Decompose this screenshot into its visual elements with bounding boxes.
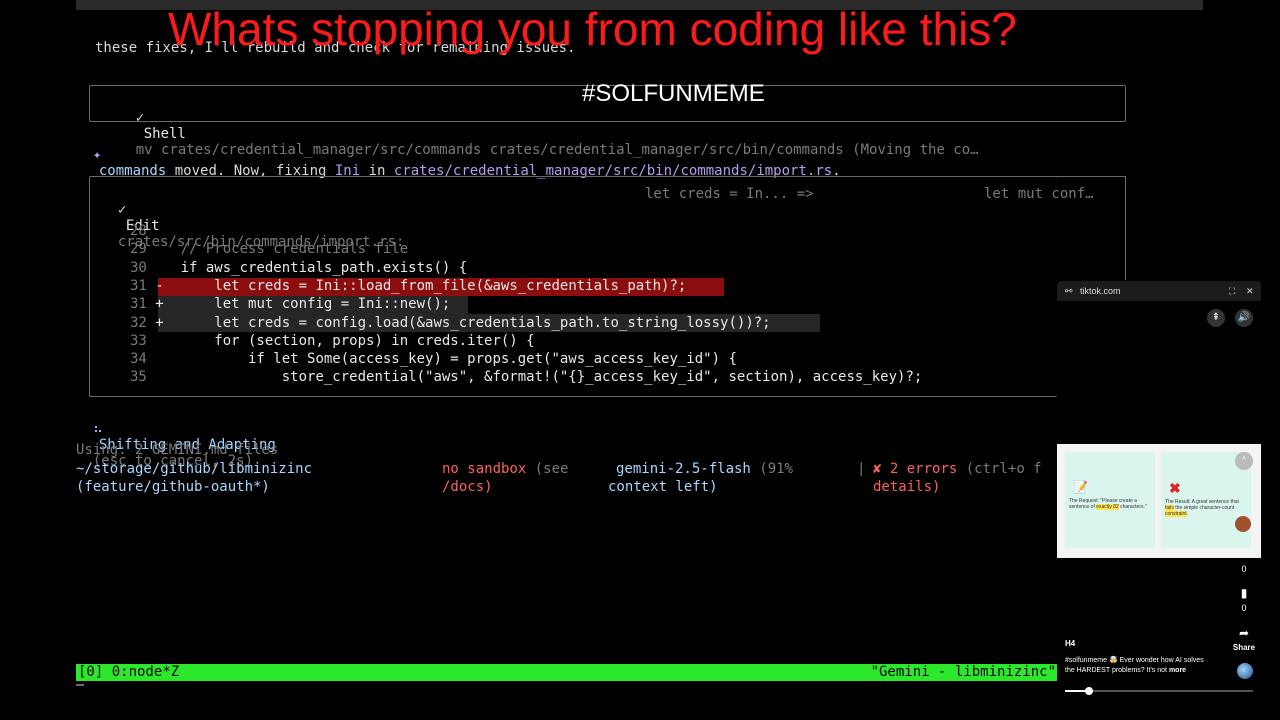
pin-icon[interactable]: ⇞ xyxy=(1207,309,1225,327)
more-link[interactable]: more xyxy=(1169,667,1186,674)
code-line-deleted: 31 - let creds = Ini::load_from_file(&aw… xyxy=(130,277,687,294)
sparkle-icon: ✦ xyxy=(92,147,102,163)
code-line: 35 store_credential("aws", &format!("{}_… xyxy=(130,369,923,386)
likes-count: 0 xyxy=(1241,564,1247,574)
tiktok-pip-window[interactable]: ⚯ tiktok.com ⛶ ✕ ⇞ 🔊 📝 The Request: "Ple… xyxy=(1057,281,1261,701)
code-line: 33 for (section, props) in creds.iter() … xyxy=(130,332,535,349)
video-caption: #solfunmeme 🤯 Ever wonder how AI solves … xyxy=(1065,657,1204,674)
volume-icon[interactable]: 🔊 xyxy=(1235,309,1253,327)
chevron-up-icon[interactable]: ⌃ xyxy=(1235,452,1253,470)
pip-site: tiktok.com xyxy=(1080,286,1121,296)
spinner-status: ⠦ Shifting and Adapting (esc to cancel, … xyxy=(92,421,276,469)
error-count: ✘ 2 errors (ctrl+o f xyxy=(873,461,1042,477)
model-name: gemini-2.5-flash (91% xyxy=(616,461,794,477)
expand-icon[interactable]: ⛶ xyxy=(1229,281,1235,301)
check-icon: ✓ xyxy=(135,110,145,126)
edit-new-snippet: let mut conf… xyxy=(984,186,1094,202)
tmux-title: "Gemini - libminizinc" xyxy=(870,664,1056,680)
code-line: 30 if aws_credentials_path.exists() { xyxy=(130,259,468,276)
tune-icon: ⚯ xyxy=(1065,286,1073,296)
error-icon: ✘ xyxy=(873,461,882,477)
avatar[interactable] xyxy=(1235,516,1251,532)
share-icon[interactable]: ➦ xyxy=(1235,626,1253,640)
saves-count: 0 xyxy=(1241,603,1247,613)
sandbox-docs: /docs) xyxy=(442,479,493,495)
bookmark-icon[interactable]: ▮ xyxy=(1235,586,1253,600)
author-name[interactable]: H4 xyxy=(1065,639,1075,648)
progress-track[interactable] xyxy=(1065,690,1253,692)
cursor xyxy=(76,684,84,686)
code-line: 29 // Process credentials file xyxy=(130,241,409,258)
video-frame[interactable]: 📝 The Request: "Please create a sentence… xyxy=(1057,444,1261,558)
overlay-headline: Whats stopping you from coding like this… xyxy=(168,3,1017,55)
spinner-icon: ⠦ xyxy=(92,421,104,437)
close-icon[interactable]: ✕ xyxy=(1246,281,1254,301)
share-label: Share xyxy=(1232,643,1256,652)
git-branch: (feature/github-oauth*) xyxy=(76,479,270,495)
gemini-md-count: Using: 2 GEMINI.md files xyxy=(76,442,279,458)
code-line: 28 xyxy=(130,223,147,239)
request-card: 📝 The Request: "Please create a sentence… xyxy=(1065,452,1155,548)
check-icon: ✓ xyxy=(117,202,127,218)
cwd-path: ~/storage/github/libminizinc xyxy=(76,461,313,477)
footer-separator: | xyxy=(857,461,866,477)
code-line-added: 31 + let mut config = Ini::new(); xyxy=(130,296,451,313)
edit-old-snippet: let creds = In... => xyxy=(645,186,814,202)
code-line: 34 if let Some(access_key) = props.get("… xyxy=(130,351,737,368)
pip-title-bar: ⚯ tiktok.com ⛶ ✕ xyxy=(1057,281,1261,301)
overlay-hashtag: #SOLFUNMEME xyxy=(582,80,765,107)
memo-icon: 📝 xyxy=(1073,480,1088,494)
edit-box-border xyxy=(1056,176,1126,177)
tmux-window[interactable]: [0] 0:node*Z xyxy=(78,664,179,681)
status-message: ✦ commands moved. Now, fixing Ini in cra… xyxy=(92,147,841,179)
sandbox-status: no sandbox (see xyxy=(442,461,569,477)
code-line-added: 32 + let creds = config.load(&aws_creden… xyxy=(130,314,771,331)
error-details: details) xyxy=(873,479,941,495)
music-disc-icon[interactable] xyxy=(1237,663,1253,679)
context-left: context left) xyxy=(608,479,718,495)
tmux-status-bar: [0] 0:node*Z "Gemini - libminizinc" xyxy=(76,664,1060,681)
cross-icon: ✖ xyxy=(1169,480,1181,496)
progress-handle[interactable] xyxy=(1085,687,1093,695)
